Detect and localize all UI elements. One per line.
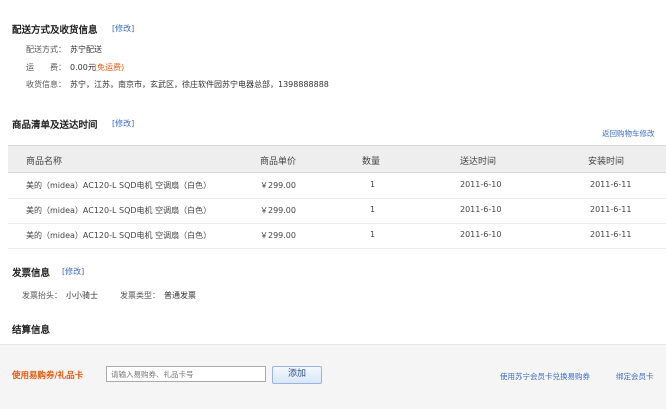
items-section-title: 商品清单及送达时间 bbox=[12, 120, 98, 131]
delivery-section-title: 配送方式及收货信息 bbox=[12, 25, 98, 36]
item-price: ￥299.00 bbox=[260, 231, 296, 240]
invoice-header-label: 发票抬头： bbox=[22, 291, 62, 300]
item-install-time: 2011-6-11 bbox=[590, 230, 632, 239]
invoice-type-value: 普通发票 bbox=[164, 291, 196, 300]
column-header-quantity: 数量 bbox=[362, 157, 381, 167]
item-install-time: 2011-6-11 bbox=[590, 180, 632, 189]
item-quantity: 1 bbox=[370, 180, 376, 189]
items-table-header: 商品名称 商品单价 数量 送达时间 安装时间 bbox=[8, 145, 666, 173]
shipping-fee-label: 运 费： bbox=[26, 63, 66, 72]
invoice-type-label: 发票类型： bbox=[120, 291, 160, 300]
shipping-fee-value: 0.00元 bbox=[70, 63, 96, 72]
add-coupon-button[interactable]: 添加 bbox=[272, 366, 322, 384]
table-row: 美的（midea）AC120-L SQD电机 空调扇（白色） ￥299.00 1… bbox=[8, 197, 666, 224]
invoice-edit-link[interactable]: [修改] bbox=[62, 266, 84, 277]
coupon-label: 使用易购券/礼品卡 bbox=[12, 371, 84, 381]
free-shipping-note: (免运费) bbox=[94, 63, 125, 72]
invoice-section-title: 发票信息 bbox=[12, 268, 51, 279]
item-price: ￥299.00 bbox=[260, 181, 296, 190]
exchange-coupon-link[interactable]: 使用苏宁会员卡兑换易购券 bbox=[500, 371, 590, 382]
item-name: 美的（midea）AC120-L SQD电机 空调扇（白色） bbox=[26, 231, 212, 240]
column-header-install-time: 安装时间 bbox=[588, 157, 625, 167]
column-header-price: 商品单价 bbox=[260, 157, 297, 167]
item-delivery-time: 2011-6-10 bbox=[460, 180, 502, 189]
table-row: 美的（midea）AC120-L SQD电机 空调扇（白色） ￥299.00 1… bbox=[8, 222, 666, 249]
table-row: 美的（midea）AC120-L SQD电机 空调扇（白色） ￥299.00 1… bbox=[8, 172, 666, 199]
delivery-edit-link[interactable]: [修改] bbox=[112, 23, 134, 34]
item-quantity: 1 bbox=[370, 230, 376, 239]
address-label: 收货信息： bbox=[26, 80, 66, 89]
coupon-code-input[interactable] bbox=[106, 366, 266, 382]
column-header-delivery-time: 送达时间 bbox=[460, 157, 497, 167]
delivery-method-value: 苏宁配送 bbox=[70, 45, 102, 54]
settlement-section-title: 结算信息 bbox=[12, 325, 51, 336]
item-name: 美的（midea）AC120-L SQD电机 空调扇（白色） bbox=[26, 181, 212, 190]
address-value: 苏宁，江苏，南京市，玄武区，徐庄软件园苏宁电器总部，1398888888 bbox=[70, 80, 329, 89]
invoice-header-value: 小小骑士 bbox=[66, 291, 98, 300]
item-quantity: 1 bbox=[370, 205, 376, 214]
delivery-method-label: 配送方式： bbox=[26, 45, 66, 54]
item-name: 美的（midea）AC120-L SQD电机 空调扇（白色） bbox=[26, 206, 212, 215]
item-install-time: 2011-6-11 bbox=[590, 205, 632, 214]
item-delivery-time: 2011-6-10 bbox=[460, 230, 502, 239]
back-to-cart-link[interactable]: 返回购物车修改 bbox=[602, 128, 655, 139]
column-header-name: 商品名称 bbox=[26, 157, 63, 167]
items-edit-link[interactable]: [修改] bbox=[112, 118, 134, 129]
item-delivery-time: 2011-6-10 bbox=[460, 205, 502, 214]
bind-member-card-link[interactable]: 绑定会员卡 bbox=[616, 371, 654, 382]
item-price: ￥299.00 bbox=[260, 206, 296, 215]
